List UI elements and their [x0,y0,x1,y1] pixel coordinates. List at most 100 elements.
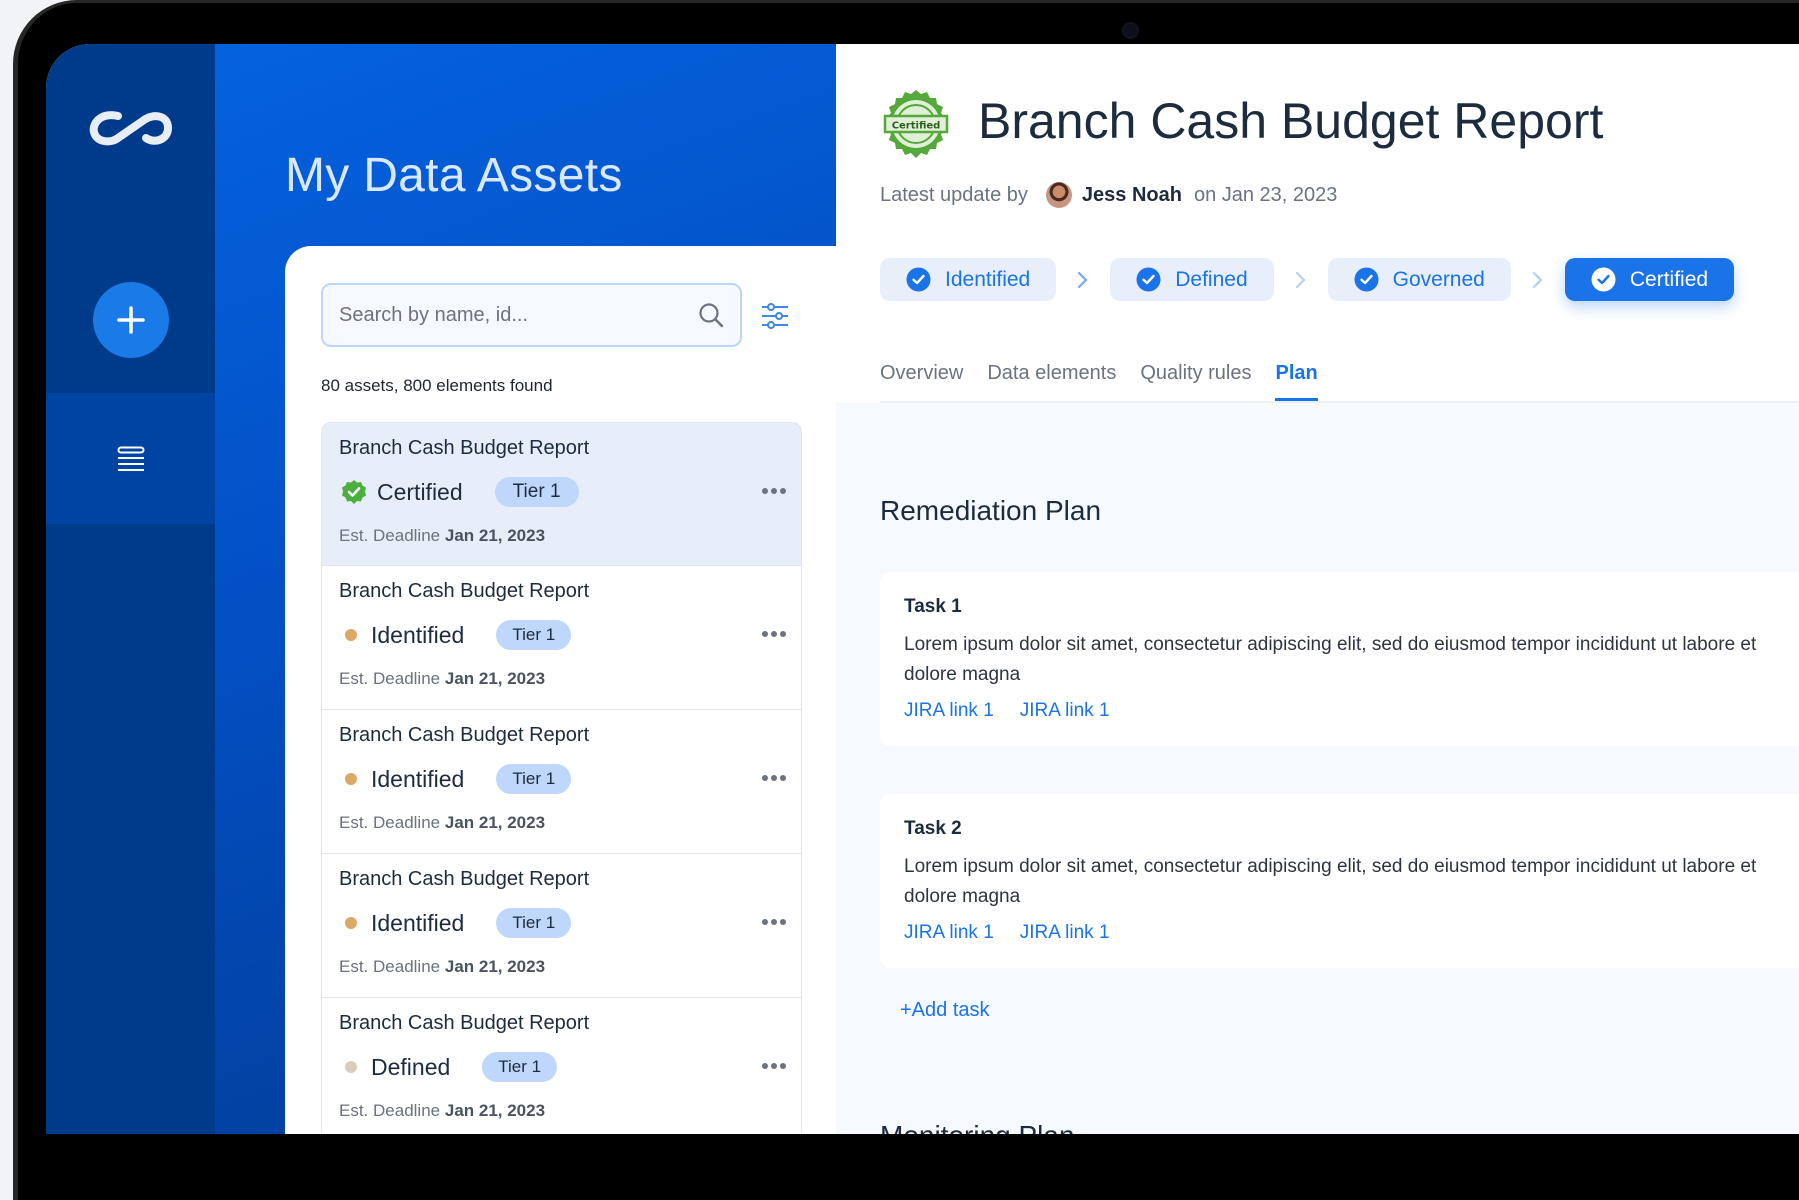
status-label: Identified [371,765,465,792]
page-title: My Data Assets [285,149,623,202]
deadline-label: Est. Deadline [339,669,441,688]
infinity-logo-icon[interactable] [88,104,174,152]
deadline: Est. Deadline Jan 21, 2023 [339,669,545,689]
status-label: Identified [371,909,465,936]
deadline-label: Est. Deadline [339,526,441,545]
plus-icon [117,306,145,334]
more-options-icon[interactable] [761,772,787,784]
status-dot-icon [345,1061,357,1073]
deadline-date: Jan 21, 2023 [444,813,546,832]
deadline-label: Est. Deadline [339,813,441,832]
stage-certified[interactable]: Certified [1564,258,1735,301]
more-options-icon[interactable] [761,628,787,640]
deadline-date: Jan 21, 2023 [444,526,546,545]
plan-content: Remediation Plan Task 1 Lorem ipsum dolo… [836,403,1799,1134]
asset-detail-panel: Certified Branch Cash Budget Report Late… [836,44,1799,1134]
sidebar [46,44,215,1134]
list-stack-icon [117,446,144,471]
tier-badge: Tier 1 [496,620,572,650]
avatar [1045,182,1072,208]
asset-card[interactable]: Branch Cash Budget Report Identified Tie… [321,710,802,854]
status-label: Defined [371,1053,451,1080]
task-card: Task 2 Lorem ipsum dolor sit amet, conse… [880,794,1799,968]
stage-label: Governed [1392,267,1485,291]
last-update: Latest update by Jess Noah on Jan 23, 20… [880,182,1337,208]
stage-defined[interactable]: Defined [1110,258,1274,301]
add-task-button[interactable]: +Add task [900,999,990,1022]
jira-link[interactable]: JIRA link 1 [1020,922,1110,944]
task-description: Lorem ipsum dolor sit amet, consectetur … [904,856,1757,907]
camera-icon [1124,24,1137,37]
deadline: Est. Deadline Jan 21, 2023 [339,957,545,977]
asset-title: Branch Cash Budget Report [978,93,1604,149]
stage-identified[interactable]: Identified [880,258,1057,301]
asset-status: Identified Tier 1 [339,620,572,650]
detail-tabs: Overview Data elements Quality rules Pla… [880,362,1318,401]
stage-governed[interactable]: Governed [1327,258,1511,301]
asset-card[interactable]: Branch Cash Budget Report Identified Tie… [321,854,802,998]
chevron-right-icon [1056,271,1110,289]
deadline: Est. Deadline Jan 21, 2023 [339,1101,545,1121]
jira-link[interactable]: JIRA link 1 [1020,700,1110,722]
task-links: JIRA link 1 JIRA link 1 [904,922,1796,944]
tab-overview[interactable]: Overview [880,362,963,399]
chevron-right-icon [1274,271,1328,289]
more-options-icon[interactable] [761,485,787,497]
deadline: Est. Deadline Jan 21, 2023 [339,526,545,546]
asset-title: Branch Cash Budget Report [339,437,590,459]
check-circle-icon [1354,267,1379,292]
chevron-right-icon [1511,271,1565,289]
asset-title: Branch Cash Budget Report [339,580,590,602]
asset-status: Certified Tier 1 [339,477,579,507]
task-title: Task 2 [904,818,962,839]
asset-list: Branch Cash Budget Report Certified Tier… [321,422,802,1134]
task-card: Task 1 Lorem ipsum dolor sit amet, conse… [880,572,1799,746]
status-dot-icon [345,917,357,929]
stage-label: Certified [1629,267,1709,291]
deadline: Est. Deadline Jan 21, 2023 [339,813,545,833]
asset-status: Identified Tier 1 [339,764,572,794]
asset-status: Defined Tier 1 [339,1052,558,1082]
task-description: Lorem ipsum dolor sit amet, consectetur … [904,634,1757,685]
author-name[interactable]: Jess Noah [1082,184,1182,207]
tab-data-elements[interactable]: Data elements [987,362,1116,399]
deadline-label: Est. Deadline [339,957,441,976]
more-options-icon[interactable] [761,916,787,928]
status-dot-icon [345,773,357,785]
asset-title: Branch Cash Budget Report [339,868,590,890]
assets-list-panel: 80 assets, 800 elements found Branch Cas… [285,246,845,1134]
sidebar-item-assets[interactable] [46,393,215,524]
stage-label: Defined [1175,267,1248,291]
jira-link[interactable]: JIRA link 1 [904,922,994,944]
tier-badge: Tier 1 [496,908,572,938]
tier-badge: Tier 1 [496,764,572,794]
meta-prefix: Latest update by [880,183,1028,206]
asset-card[interactable]: Branch Cash Budget Report Identified Tie… [321,566,802,710]
certified-check-icon [342,480,366,504]
filter-sliders-icon[interactable] [760,302,790,330]
asset-card[interactable]: Branch Cash Budget Report Certified Tier… [321,422,802,566]
search-field[interactable] [321,283,742,347]
certified-seal-icon: Certified [883,90,949,158]
status-label: Identified [371,621,465,648]
app-screen: My Data Assets 80 assets, 800 elements f… [46,44,1799,1134]
asset-card[interactable]: Branch Cash Budget Report Defined Tier 1… [321,998,802,1134]
asset-title: Branch Cash Budget Report [339,1012,590,1034]
deadline-date: Jan 21, 2023 [444,669,546,688]
tab-plan[interactable]: Plan [1275,362,1318,401]
meta-date: on Jan 23, 2023 [1193,183,1338,206]
check-circle-icon [1591,267,1616,292]
monitoring-plan-title: Monitoring Plan [880,1120,1075,1134]
search-input[interactable] [339,285,679,345]
more-options-icon[interactable] [761,1060,787,1072]
add-asset-button[interactable] [93,282,169,358]
tab-quality-rules[interactable]: Quality rules [1140,362,1251,399]
deadline-label: Est. Deadline [339,1101,441,1120]
jira-link[interactable]: JIRA link 1 [904,700,994,722]
check-circle-icon [906,267,931,292]
tier-badge: Tier 1 [494,477,579,507]
search-icon[interactable] [698,302,724,328]
assets-list-area: My Data Assets 80 assets, 800 elements f… [215,44,845,1134]
task-links: JIRA link 1 JIRA link 1 [904,700,1796,722]
asset-status: Identified Tier 1 [339,908,572,938]
